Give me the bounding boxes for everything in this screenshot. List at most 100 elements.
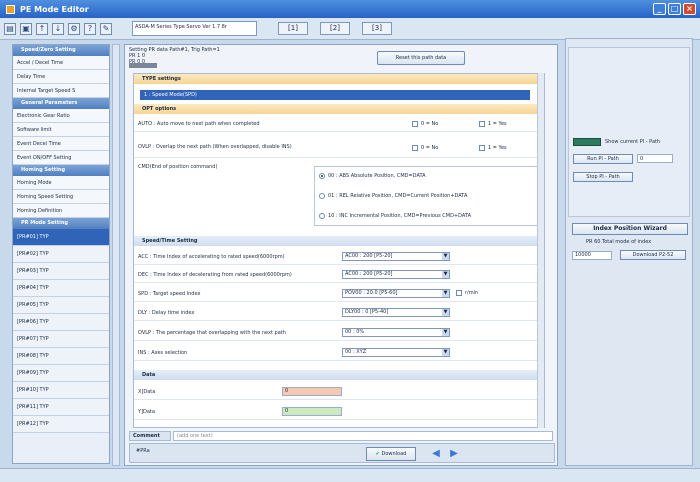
cmd-inc-label: 10 : INC Incremental Position, CMD=Previ… [328,213,471,219]
page-3-button[interactable]: [3] [362,22,392,35]
spd-unit-label: r/min [465,290,479,296]
dec-select[interactable]: AC00 : 200 [P5-20] ▼ [342,270,450,279]
dec-row: DEC : Time Index of decelerating from ra… [134,267,544,283]
ovlp-percent-label: OVLP : The percentage that overlapping w… [138,330,286,336]
spd-row: SPD : Target speed Index [134,286,544,302]
pr-path-item[interactable]: [PR#09] TYP [13,365,109,382]
index-wizard-button[interactable]: Index Position Wizard [572,223,688,235]
ins-select[interactable]: 00 : XYZ ▼ [342,348,450,357]
auto-no-checkbox[interactable] [412,121,418,127]
status-bar [0,468,700,482]
sidebar-item-homing-mode[interactable]: Homing Mode [13,176,109,190]
chevron-down-icon: ▼ [442,290,449,297]
data-x-input[interactable]: 0 [282,387,342,396]
auto-yes-label: 1 = Yes [488,121,507,127]
stop-path-button[interactable]: Stop PI - Path [573,172,633,182]
data-y-input[interactable]: 0 [282,407,342,416]
type-section-header[interactable]: TYPE settings [134,74,544,84]
next-arrow-icon[interactable]: ▶ [448,448,460,460]
close-button[interactable]: × [683,3,696,15]
data-section-header[interactable]: Data [134,370,544,380]
sidebar-item-event-decel[interactable]: Event Decel Time [13,137,109,151]
sidebar-item-software-limit[interactable]: Software limit [13,123,109,137]
download-label: Download [381,451,407,457]
comment-input[interactable]: (add one text) [173,431,553,441]
spd-unit-checkbox[interactable] [456,290,462,296]
index-input[interactable]: 10000 [572,251,612,260]
page-1-button[interactable]: [1] [278,22,308,35]
cmd-inc-radio[interactable] [319,213,325,219]
show-path-toggle[interactable] [573,138,601,146]
upload-icon[interactable]: ↑ [36,22,48,35]
cmd-rel-label: 01 : REL Relative Position, CMD=Current … [328,193,468,199]
open-icon[interactable]: ▤ [4,22,16,35]
cmd-abs-radio[interactable] [319,173,325,179]
sidebar-item-target-speed[interactable]: Internal Target Speed S [13,84,109,98]
acc-select[interactable]: AC00 : 200 [P5-20] ▼ [342,252,450,261]
prev-arrow-icon[interactable]: ◀ [430,448,442,460]
maximize-button[interactable]: □ [668,3,681,15]
ovlp-yes-label: 1 = Yes [488,145,507,151]
pr-path-item[interactable]: [PR#05] TYP [13,297,109,314]
acc-row: ACC : Time Index of accelerating to rate… [134,249,544,265]
cmd-label: CMD(End of position command) [138,164,218,170]
pr-path-item[interactable]: [PR#03] TYP [13,263,109,280]
save-icon[interactable]: ▣ [20,22,32,35]
pr-path-item[interactable]: [PR#02] TYP [13,246,109,263]
pr-path-item[interactable]: [PR#06] TYP [13,314,109,331]
dec-value: AC00 : 200 [P5-20] [345,271,393,277]
bottom-panel: #PRa ✔ Download ◀ ▶ [129,443,555,463]
ovlp-percent-select[interactable]: 00 : 0% ▼ [342,328,450,337]
dly-select[interactable]: DLY00 : 0 [P5-40] ▼ [342,308,450,317]
type-select[interactable]: 1 : Speed Mode(SPD) [140,90,530,100]
sidebar-section-speed[interactable]: Speed/Zero Setting [13,45,109,56]
sidebar: Speed/Zero Setting Accel / Decel Time De… [12,44,110,464]
settings-icon[interactable]: ⚙ [68,22,80,35]
sidebar-item-gear-ratio[interactable]: Electronic Gear Ratio [13,109,109,123]
pr-path-item[interactable]: [PR#08] TYP [13,348,109,365]
pr-editor-panel: Setting PR data Path#1, Trig Path=1 PR 1… [124,44,558,466]
download-icon[interactable]: ↓ [52,22,64,35]
run-path-input[interactable]: 0 [637,154,673,163]
sidebar-scrollbar[interactable] [112,44,120,466]
tool-icon[interactable]: ✎ [100,22,112,35]
ovlp-no-label: 0 = No [421,145,439,151]
pr-path-item[interactable]: [PR#01] TYP [13,229,109,246]
form-scrollbar[interactable] [537,73,544,428]
pr-path-item[interactable]: [PR#12] TYP [13,416,109,433]
pr-path-item[interactable]: [PR#04] TYP [13,280,109,297]
spd-select[interactable]: POV00 : 20.0 [P5-60] ▼ [342,289,450,298]
ovlp-yes-checkbox[interactable] [479,145,485,151]
title-bar: PE Mode Editor _ □ × [0,0,700,18]
minimize-button[interactable]: _ [653,3,666,15]
run-path-button[interactable]: Run PI - Path [573,154,633,164]
reset-path-button[interactable]: Reset this path data [377,51,465,65]
sidebar-section-general[interactable]: General Parameters [13,98,109,109]
download-button[interactable]: ✔ Download [366,447,416,461]
sidebar-item-delay[interactable]: Delay Time [13,70,109,84]
servo-type-field[interactable]: ASDA-M Series Type Servo Ver 1.7 8r [132,21,257,36]
chevron-down-icon: ▼ [442,271,449,278]
sidebar-item-homing-speed[interactable]: Homing Speed Setting [13,190,109,204]
speed-section-header[interactable]: Speed/Time Setting [134,236,544,246]
help-icon[interactable]: ? [84,22,96,35]
pr-path-item[interactable]: [PR#10] TYP [13,382,109,399]
download-p252-button[interactable]: Download P2-52 [620,250,686,260]
pr-path-item[interactable]: [PR#11] TYP [13,399,109,416]
sidebar-item-homing-definition[interactable]: Homing Definition [13,204,109,218]
sidebar-item-accel-decel[interactable]: Accel / Decel Time [13,56,109,70]
pr-path-item[interactable]: [PR#07] TYP [13,331,109,348]
auto-yes-checkbox[interactable] [479,121,485,127]
ins-value: 00 : XYZ [345,349,367,355]
cmd-rel-radio[interactable] [319,193,325,199]
page-2-button[interactable]: [2] [320,22,350,35]
sidebar-item-event-onoff[interactable]: Event ON/OFF Setting [13,151,109,165]
acc-label: ACC : Time Index of accelerating to rate… [138,254,285,260]
dly-label: DLY : Delay time index [138,310,195,316]
ovlp-no-checkbox[interactable] [412,145,418,151]
sidebar-section-homing[interactable]: Homing Setting [13,165,109,176]
opt-section-header[interactable]: OPT options [134,104,544,114]
sidebar-section-pr-mode[interactable]: PR Mode Setting [13,218,109,229]
auto-no-label: 0 = No [421,121,439,127]
app-icon [6,4,15,14]
